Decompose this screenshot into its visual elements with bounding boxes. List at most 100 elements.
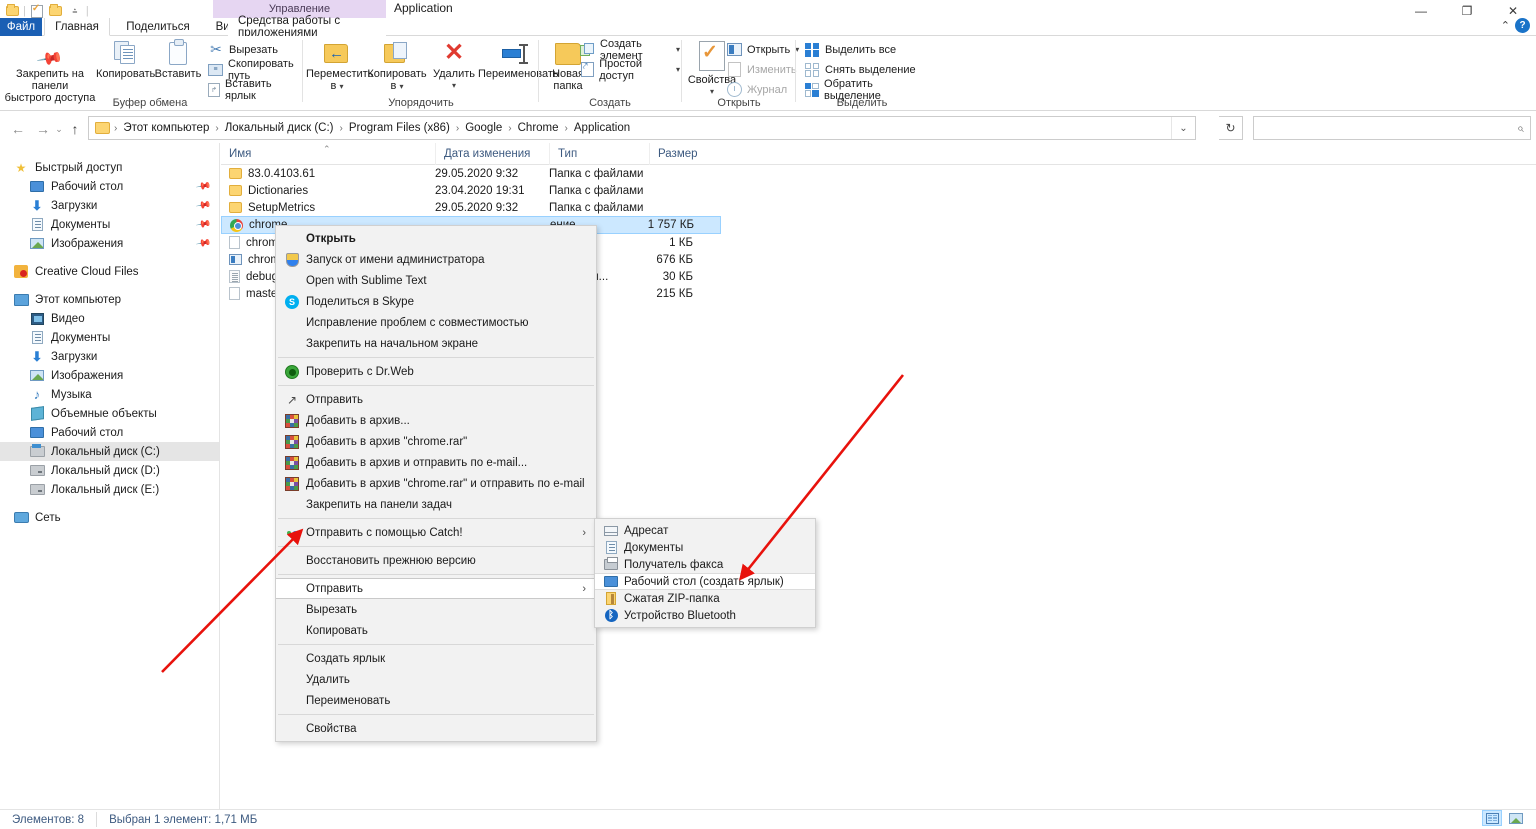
context-menu-item-send[interactable]: ↗ Отправить xyxy=(276,389,596,410)
sidebar-item-downloads[interactable]: ⬇ Загрузки 📌 xyxy=(0,196,219,215)
context-menu-item-open[interactable]: Открыть xyxy=(276,228,596,249)
chevron-down-icon[interactable]: ⌄ xyxy=(1171,117,1195,139)
copy-button[interactable]: Копировать xyxy=(96,39,155,80)
tab-app-tools[interactable]: Средства работы с приложениями xyxy=(228,15,386,39)
search-input[interactable] xyxy=(1260,121,1518,135)
table-row[interactable]: 83.0.4103.61 29.05.2020 9:32 Папка с фай… xyxy=(221,165,721,182)
sidebar-item-3d-objects[interactable]: Объемные объекты xyxy=(0,404,219,423)
context-menu-item-send-with-catch[interactable]: Отправить с помощью Catch! › xyxy=(276,522,596,543)
context-menu-item-add-to-archive[interactable]: Добавить в архив... xyxy=(276,410,596,431)
easy-access-dropdown-icon[interactable]: ▾ xyxy=(676,65,680,74)
paste-shortcut-button[interactable]: ↱ Вставить ярлык xyxy=(208,78,276,102)
open-button[interactable]: Открыть ▾ xyxy=(726,41,799,58)
submenu-item-documents[interactable]: Документы xyxy=(595,539,815,556)
breadcrumb-item-5[interactable]: Application xyxy=(569,120,635,136)
properties-icon[interactable] xyxy=(29,3,45,19)
folder-icon[interactable] xyxy=(4,3,20,19)
sidebar-item-local-disk-d[interactable]: Локальный диск (D:) xyxy=(0,461,219,480)
paste-button[interactable]: Вставить xyxy=(152,39,204,80)
copy-to-button[interactable]: Копировать в ▾ xyxy=(366,39,428,93)
ribbon-collapse-icon[interactable]: ⌃ xyxy=(1501,19,1510,32)
breadcrumb-item-1[interactable]: Локальный диск (C:) xyxy=(220,120,339,136)
new-item-button[interactable]: Создать элемент ▾ xyxy=(580,38,680,62)
pin-icon[interactable]: 📌 xyxy=(195,235,212,251)
submenu-item-compressed-zip-folder[interactable]: Сжатая ZIP-папка xyxy=(595,590,815,607)
context-menu-item-restore-previous-versions[interactable]: Восстановить прежнюю версию xyxy=(276,550,596,571)
delete-button[interactable]: ✕ Удалить ▾ xyxy=(428,39,480,92)
cut-button[interactable]: ✂ Вырезать xyxy=(208,41,278,58)
column-date-modified[interactable]: Дата изменения xyxy=(435,143,549,165)
context-menu-item-copy[interactable]: Копировать xyxy=(276,620,596,641)
tab-share[interactable]: Поделиться xyxy=(112,18,204,36)
sidebar-item-local-disk-e[interactable]: Локальный диск (E:) xyxy=(0,480,219,499)
column-type[interactable]: Тип xyxy=(549,143,649,165)
customize-dropdown-icon[interactable]: ⩮ xyxy=(67,3,83,19)
context-menu-item-cut[interactable]: Вырезать xyxy=(276,599,596,620)
up-button[interactable]: ↑ xyxy=(64,118,86,140)
sidebar-item-desktop-pc[interactable]: Рабочий стол xyxy=(0,423,219,442)
context-menu-item-run-as-admin[interactable]: Запуск от имени администратора xyxy=(276,249,596,270)
new-item-dropdown-icon[interactable]: ▾ xyxy=(676,45,680,54)
submenu-item-fax-recipient[interactable]: Получатель факса xyxy=(595,556,815,573)
search-icon[interactable]: ⌕ xyxy=(1517,121,1524,136)
context-menu-item-share-skype[interactable]: S Поделиться в Skype xyxy=(276,291,596,312)
column-size[interactable]: Размер xyxy=(649,143,721,165)
move-to-button[interactable]: ← Переместить в ▾ xyxy=(306,39,373,93)
context-menu-item-scan-drweb[interactable]: Проверить с Dr.Web xyxy=(276,361,596,382)
sidebar-item-creative-cloud-files[interactable]: Creative Cloud Files xyxy=(0,262,219,281)
breadcrumb-item-2[interactable]: Program Files (x86) xyxy=(344,120,455,136)
easy-access-button[interactable]: Простой доступ ▾ xyxy=(580,58,680,82)
submenu-item-bluetooth-device[interactable]: ᛒ Устройство Bluetooth xyxy=(595,607,815,624)
column-name[interactable]: Имя ⌃ xyxy=(221,143,435,165)
invert-selection-button[interactable]: Обратить выделение xyxy=(804,78,926,102)
search-box[interactable]: ⌕ xyxy=(1253,116,1531,140)
context-menu-item-pin-to-taskbar[interactable]: Закрепить на панели задач xyxy=(276,494,596,515)
sidebar-item-this-pc[interactable]: Этот компьютер xyxy=(0,290,219,309)
forward-button[interactable]: → xyxy=(32,118,54,140)
pin-icon[interactable]: 📌 xyxy=(195,216,212,232)
move-to-dropdown[interactable]: в ▾ xyxy=(306,80,368,93)
submenu-item-desktop-shortcut[interactable]: Рабочий стол (создать ярлык) xyxy=(595,573,815,590)
select-none-button[interactable]: Снять выделение xyxy=(804,61,916,78)
help-icon[interactable]: ? xyxy=(1515,18,1530,33)
context-menu-item-create-shortcut[interactable]: Создать ярлык xyxy=(276,648,596,669)
breadcrumb-item-3[interactable]: Google xyxy=(460,120,507,136)
delete-dropdown[interactable]: ▾ xyxy=(428,80,480,92)
large-icons-view-button[interactable] xyxy=(1506,810,1526,826)
context-menu-item-delete[interactable]: Удалить xyxy=(276,669,596,690)
context-menu-item-archive-named-and-email[interactable]: Добавить в архив "chrome.rar" и отправит… xyxy=(276,473,596,494)
pin-icon[interactable]: 📌 xyxy=(195,178,212,194)
table-row[interactable]: SetupMetrics 29.05.2020 9:32 Папка с фай… xyxy=(221,199,721,216)
select-all-button[interactable]: Выделить все xyxy=(804,41,896,58)
sidebar-item-pictures-pc[interactable]: Изображения xyxy=(0,366,219,385)
sidebar-item-pictures[interactable]: Изображения 📌 xyxy=(0,234,219,253)
address-bar[interactable]: › Этот компьютер › Локальный диск (C:) ›… xyxy=(88,116,1196,140)
context-menu-item-properties[interactable]: Свойства xyxy=(276,718,596,739)
breadcrumb-item-4[interactable]: Chrome xyxy=(513,120,564,136)
context-menu-item-add-to-archive-named[interactable]: Добавить в архив "chrome.rar" xyxy=(276,431,596,452)
sidebar-item-local-disk-c[interactable]: Локальный диск (C:) xyxy=(0,442,219,461)
sidebar-item-videos[interactable]: Видео xyxy=(0,309,219,328)
new-folder-icon[interactable] xyxy=(48,3,64,19)
details-view-button[interactable] xyxy=(1482,810,1502,826)
pin-icon[interactable]: 📌 xyxy=(195,197,212,213)
sidebar-item-downloads-pc[interactable]: ⬇ Загрузки xyxy=(0,347,219,366)
context-menu-item-rename[interactable]: Переименовать xyxy=(276,690,596,711)
copy-to-dropdown[interactable]: в ▾ xyxy=(366,80,428,93)
sidebar-item-desktop[interactable]: Рабочий стол 📌 xyxy=(0,177,219,196)
tab-file[interactable]: Файл xyxy=(0,18,42,36)
context-menu-item-compat-troubleshoot[interactable]: Исправление проблем с совместимостью xyxy=(276,312,596,333)
sidebar-item-music[interactable]: ♪ Музыка xyxy=(0,385,219,404)
context-menu-item-open-with-sublime[interactable]: Open with Sublime Text xyxy=(276,270,596,291)
context-menu-item-archive-and-email[interactable]: Добавить в архив и отправить по e-mail..… xyxy=(276,452,596,473)
pin-to-quick-access-button[interactable]: 📌 Закрепить на панели быстрого доступа xyxy=(4,39,96,104)
refresh-button[interactable]: ↻ xyxy=(1219,116,1243,140)
context-menu-item-send-to[interactable]: Отправить › xyxy=(276,578,596,599)
breadcrumb-item-0[interactable]: Этот компьютер xyxy=(118,120,214,136)
back-button[interactable]: ← xyxy=(7,118,29,140)
sidebar-item-network[interactable]: Сеть xyxy=(0,508,219,527)
sidebar-item-quick-access[interactable]: ★ Быстрый доступ xyxy=(0,158,219,177)
sidebar-item-documents-pc[interactable]: Документы xyxy=(0,328,219,347)
sidebar-item-documents[interactable]: Документы 📌 xyxy=(0,215,219,234)
tab-home[interactable]: Главная xyxy=(44,18,110,36)
